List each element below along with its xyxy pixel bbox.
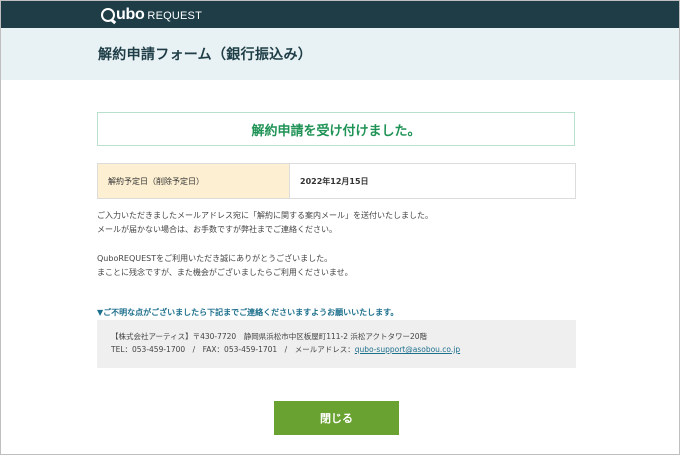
qubo-request-logo[interactable]: ubo REQUEST [101, 4, 202, 25]
support-email-link[interactable]: qubo-support@asobou.co.jp [355, 345, 460, 354]
logo-main-text: ubo [116, 5, 145, 23]
close-button[interactable]: 閉じる [274, 401, 399, 435]
notice-regret: まことに残念ですが、また機会がございましたらご利用くださいませ。 [97, 268, 353, 277]
cancellation-date-label: 解約予定日（削除予定日） [98, 164, 290, 198]
notice-contact-if-missing: メールが届かない場合は、お手数ですが弊社までご連絡ください。 [97, 225, 337, 234]
cancellation-date-row: 解約予定日（削除予定日） 2022年12月15日 [97, 163, 576, 199]
completion-message-box: 解約申請を受け付けました。 [97, 112, 575, 146]
top-navbar: ubo REQUEST [1, 1, 679, 28]
page-title: 解約申請フォーム（銀行振込み） [98, 47, 313, 63]
completion-message: 解約申請を受け付けました。 [251, 123, 421, 139]
notice-thanks: QuboREQUESTをご利用いただき誠にありがとうございました。 [97, 254, 333, 263]
cancellation-date-value: 2022年12月15日 [300, 176, 369, 186]
company-address: 【株式会社アーティス】〒430-7720 静岡県浜松市中区板屋町111-2 浜松… [111, 332, 428, 341]
notice-email-sent: ご入力いただきましたメールアドレス宛に「解約に関する案内メール」を送付いたしまし… [97, 211, 433, 220]
contact-line: TEL：053-459-1700 / FAX：053-459-1701 / メー… [111, 343, 576, 356]
browser-window: ubo REQUEST 解約申請フォーム（銀行振込み） 解約申請を受け付けました… [0, 0, 680, 455]
phone-fax-text: TEL：053-459-1700 / FAX：053-459-1701 / メー… [111, 345, 355, 354]
page-header: 解約申請フォーム（銀行振込み） [1, 28, 679, 80]
logo-sub-text: REQUEST [147, 9, 202, 22]
contact-heading: ▼ご不明な点がございましたら下記までご連絡くださいますようお願いいたします。 [97, 308, 399, 317]
logo-wordmark: ubo [101, 5, 145, 24]
contact-info-box: 【株式会社アーティス】〒430-7720 静岡県浜松市中区板屋町111-2 浜松… [97, 320, 576, 368]
logo-q-mark-icon [101, 7, 115, 22]
